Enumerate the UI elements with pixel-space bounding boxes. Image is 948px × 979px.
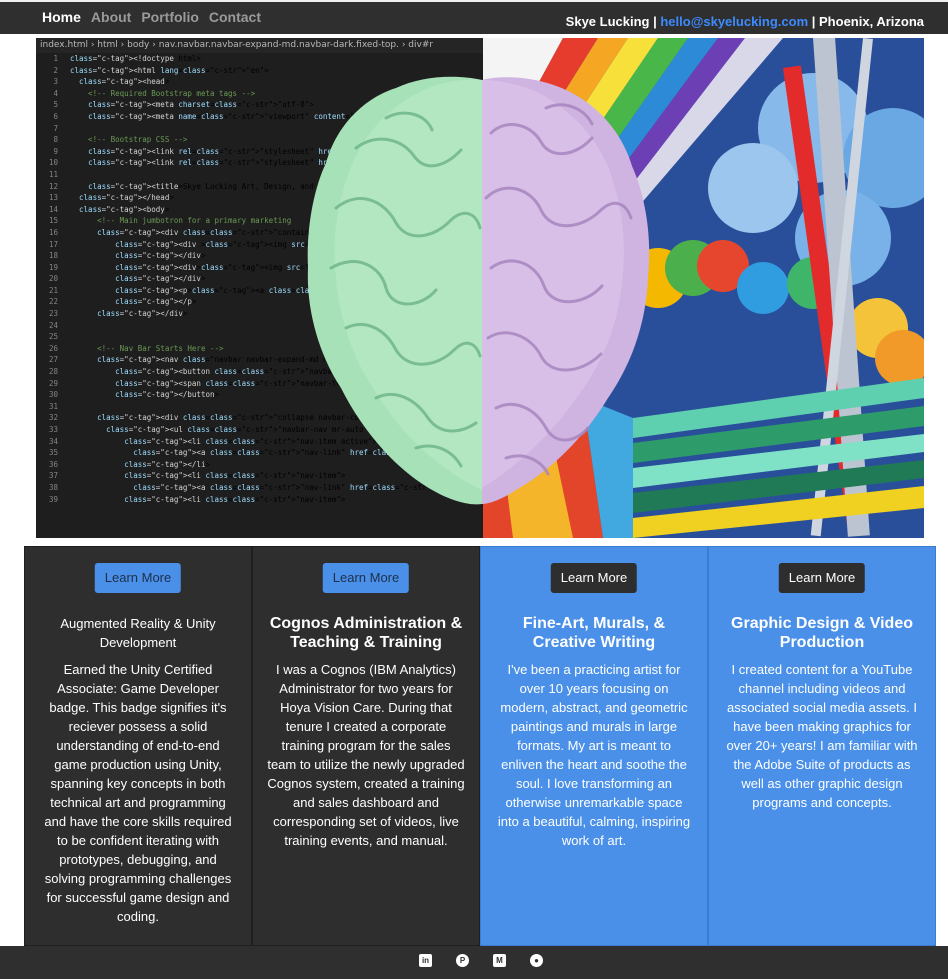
card-description: Earned the Unity Certified Associate: Ga… xyxy=(44,662,232,924)
card-graphic-design: Learn More Graphic Design & Video Produc… xyxy=(708,546,936,946)
card-fine-art: Learn More Fine-Art, Murals, & Creative … xyxy=(480,546,708,946)
card-cognos: Learn More Cognos Administration & Teach… xyxy=(252,546,480,946)
nav-link-portfolio[interactable]: Portfolio xyxy=(141,9,199,25)
service-cards: Learn More Augmented Reality & Unity Dev… xyxy=(24,546,936,946)
linkedin-icon[interactable]: in xyxy=(419,954,432,967)
card-title: Graphic Design & Video Production xyxy=(731,615,913,651)
location: Phoenix, Arizona xyxy=(819,14,924,29)
separator: | xyxy=(808,14,820,29)
nav-link-contact[interactable]: Contact xyxy=(209,9,261,25)
email-link[interactable]: hello@skyelucking.com xyxy=(660,14,808,29)
card-title: Fine-Art, Murals, & Creative Writing xyxy=(522,615,666,651)
card-description: I was a Cognos (IBM Analytics) Administr… xyxy=(267,662,465,848)
card-description: I've been a practicing artist for over 1… xyxy=(497,662,691,848)
nav-links: Home About Portfolio Contact xyxy=(42,9,261,25)
separator: | xyxy=(649,14,661,29)
medium-icon[interactable]: M xyxy=(493,954,506,967)
pinterest-icon[interactable]: P xyxy=(456,954,469,967)
card-title: Cognos Administration & Teaching & Train… xyxy=(269,615,463,651)
footer: in P M ● xyxy=(0,946,948,979)
learn-more-button[interactable]: Learn More xyxy=(778,563,866,593)
nav-link-home[interactable]: Home xyxy=(42,9,81,25)
top-navbar: Home About Portfolio Contact Skye Luckin… xyxy=(0,0,948,34)
learn-more-button[interactable]: Learn More xyxy=(94,563,182,593)
owner-name: Skye Lucking xyxy=(565,14,650,29)
card-title: Augmented Reality & Unity Development xyxy=(60,616,216,650)
card-augmented-reality: Learn More Augmented Reality & Unity Dev… xyxy=(24,546,252,946)
brain-graphic xyxy=(307,76,650,505)
hero-image: index.html › html › body › nav.navbar.na… xyxy=(36,38,924,538)
social-links: in P M ● xyxy=(419,954,543,967)
contact-info: Skye Lucking | hello@skyelucking.com | P… xyxy=(566,14,924,29)
learn-more-button[interactable]: Learn More xyxy=(322,563,410,593)
nav-link-about[interactable]: About xyxy=(91,9,131,25)
card-description: I created content for a YouTube channel … xyxy=(726,662,918,810)
learn-more-button[interactable]: Learn More xyxy=(550,563,638,593)
github-icon[interactable]: ● xyxy=(530,954,543,967)
